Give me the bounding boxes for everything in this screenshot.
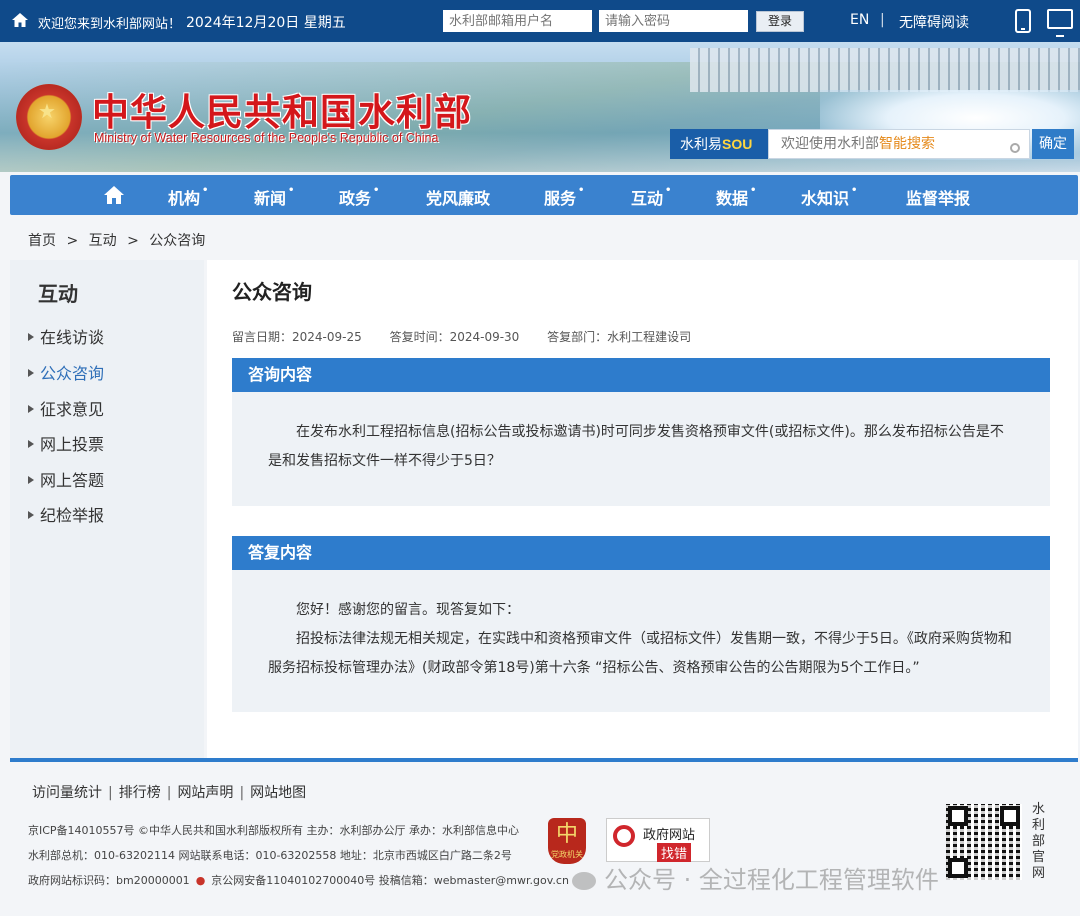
accessibility-link[interactable]: 无障碍阅读 <box>899 12 969 32</box>
footer-link-separator: | <box>108 785 113 801</box>
consult-meta: 留言日期：2024-09-25 答复时间：2024-09-30 答复部门：水利工… <box>232 328 715 345</box>
sidebar-title: 互动 <box>38 282 78 306</box>
search-brand-en: SOU <box>722 136 753 152</box>
site-title-cn[interactable]: 中华人民共和国水利部 <box>92 82 472 136</box>
triangle-right-icon <box>28 368 34 377</box>
reply-heading: 答复内容 <box>232 536 1050 570</box>
footer-identifiers: 政府网站标识码：bm20000001 ● 京公网安备11040102700040号 … <box>28 872 575 888</box>
badge-text: 党政机关 <box>551 850 583 859</box>
desktop-icon[interactable] <box>1047 9 1073 37</box>
nav-item-government-affairs[interactable]: 政务 • <box>339 185 379 209</box>
english-link[interactable]: EN <box>850 12 869 28</box>
search-icon[interactable] <box>1010 143 1020 153</box>
badge-char: 中 <box>555 822 578 847</box>
search-confirm-button[interactable]: 确定 <box>1032 129 1074 159</box>
banner-dam-image <box>690 48 1080 92</box>
login-button[interactable]: 登录 <box>756 11 804 32</box>
welcome-text: 欢迎您来到水利部网站！ <box>38 17 182 32</box>
mobile-icon[interactable] <box>1015 9 1031 33</box>
page-title: 公众咨询 <box>232 280 312 304</box>
party-government-badge[interactable]: 中 党政机关 <box>548 818 586 864</box>
footer-link-separator: | <box>239 785 245 801</box>
footer: 访问量统计 | 排行榜 | 网站声明 | 网站地图 京ICP备14010557号 ©中华人民… <box>10 762 1078 916</box>
gov-site-error-report-badge[interactable]: 政府网站 找错 <box>606 818 710 862</box>
magnifier-icon <box>613 825 635 847</box>
police-record[interactable]: 京公网安备11040102700040号 投稿信箱：webmaster@mwr.… <box>211 874 569 887</box>
nav-item-interaction[interactable]: 互动 • <box>631 185 671 209</box>
topbar-separator: | <box>880 12 885 28</box>
breadcrumb-interaction[interactable]: 互动 <box>89 233 117 249</box>
main-content: 公众咨询 留言日期：2024-09-25 答复时间：2024-09-30 答复部… <box>207 260 1078 760</box>
reply-greeting: 您好！感谢您的留言。现答复如下： <box>296 602 520 618</box>
sidebar-item-online-voting[interactable]: 网上投票 <box>28 431 104 455</box>
gov-badge-line1: 政府网站 <box>643 828 696 843</box>
search-input[interactable]: 欢迎使用水利部智能搜索 <box>768 129 1030 159</box>
sidebar-item-solicit-opinions[interactable]: 征求意见 <box>28 396 104 420</box>
consult-text: 在发布水利工程招标信息(招标公告或投标邀请书)时可同步发售资格预审文件(或招标文… <box>268 424 1004 469</box>
nav-item-institutions[interactable]: 机构 • <box>168 185 208 209</box>
triangle-right-icon <box>28 439 34 448</box>
footer-link-separator: | <box>166 785 172 801</box>
breadcrumb-separator: > <box>66 233 79 249</box>
reply-text: 招投标法律法规无相关规定，在实践中和资格预审文件（或招标文件）发售期一致，不得少… <box>268 631 1012 676</box>
police-badge-icon: ● <box>195 874 206 887</box>
sidebar-item-discipline-report[interactable]: 纪检举报 <box>28 502 104 526</box>
search-brand: 水利易SOU <box>670 129 768 159</box>
wechat-icon <box>572 872 596 890</box>
footer-copyright: 京ICP备14010557号 ©中华人民共和国水利部版权所有 主办：水利部办公厅… <box>28 824 520 837</box>
main-nav: 机构 • 新闻 • 政务 • 党风廉政 服务 • 互动 • 数据 • 水知识 • 监督举报 <box>10 175 1078 215</box>
triangle-right-icon <box>28 332 34 341</box>
footer-contact: 水利部总机：010-63202114 网站联系电话：010-63202558 地… <box>28 849 512 862</box>
wechat-watermark: 公众号 · 全过程化工程管理软件 <box>572 860 939 895</box>
email-username-input[interactable] <box>443 10 592 32</box>
site-id-code: 政府网站标识码：bm20000001 <box>28 874 190 887</box>
breadcrumb-current[interactable]: 公众咨询 <box>149 233 205 249</box>
sidebar-item-online-quiz[interactable]: 网上答题 <box>28 467 104 491</box>
sidebar-item-online-interview[interactable]: 在线访谈 <box>28 324 104 348</box>
triangle-right-icon <box>28 510 34 519</box>
breadcrumb-home[interactable]: 首页 <box>28 233 56 249</box>
footer-link-visit-stats[interactable]: 访问量统计 <box>32 785 102 801</box>
current-date: 2024年12月20日 星期五 <box>186 15 346 31</box>
reply-body: 您好！感谢您的留言。现答复如下： 招投标法律法规无相关规定，在实践中和资格预审文… <box>232 570 1050 712</box>
password-input[interactable] <box>599 10 748 32</box>
site-banner: 中华人民共和国水利部 Ministry of Water Resources o… <box>0 42 1080 172</box>
footer-link-statement[interactable]: 网站声明 <box>177 785 233 801</box>
breadcrumb-separator: > <box>127 233 139 249</box>
footer-links: 访问量统计 | 排行榜 | 网站声明 | 网站地图 <box>32 782 306 802</box>
breadcrumb: 首页 > 互动 > 公众咨询 <box>28 230 211 250</box>
consult-body: 在发布水利工程招标信息(招标公告或投标邀请书)时可同步发售资格预审文件(或招标文… <box>232 392 1050 506</box>
nav-item-services[interactable]: 服务 • <box>544 185 584 209</box>
footer-link-ranking[interactable]: 排行榜 <box>119 785 161 801</box>
home-nav-icon[interactable] <box>104 186 124 204</box>
nav-item-integrity[interactable]: 党风廉政 <box>426 185 490 209</box>
sidebar-item-public-consultation[interactable]: 公众咨询 <box>28 360 104 384</box>
footer-link-sitemap[interactable]: 网站地图 <box>250 785 306 801</box>
national-emblem-icon <box>16 84 82 150</box>
nav-item-supervision[interactable]: 监督举报 <box>906 185 970 209</box>
qr-caption: 水利部官网 <box>1032 802 1046 881</box>
sidebar: 互动 在线访谈 公众咨询 征求意见 网上投票 网上答题 纪检举报 <box>10 260 204 760</box>
search-placeholder-highlight: 智能搜索 <box>879 136 935 152</box>
nav-item-water-knowledge[interactable]: 水知识 • <box>801 185 857 209</box>
reply-date: 答复时间：2024-09-30 <box>389 330 520 344</box>
qr-code <box>946 804 1022 880</box>
wechat-watermark-text: 公众号 · 全过程化工程管理软件 <box>604 866 939 894</box>
site-title-en: Ministry of Water Resources of the Peopl… <box>94 131 439 145</box>
triangle-right-icon <box>28 404 34 413</box>
search-box: 水利易SOU 欢迎使用水利部智能搜索 确定 <box>670 129 1074 159</box>
nav-item-news[interactable]: 新闻 • <box>254 185 294 209</box>
search-placeholder-plain: 欢迎使用水利部 <box>781 136 879 152</box>
search-brand-cn: 水利易 <box>680 137 722 153</box>
reply-department: 答复部门：水利工程建设司 <box>547 330 692 344</box>
top-bar: 欢迎您来到水利部网站！ 2024年12月20日 星期五 登录 EN | 无障碍阅… <box>0 0 1080 42</box>
nav-item-data[interactable]: 数据 • <box>716 185 756 209</box>
triangle-right-icon <box>28 475 34 484</box>
message-date: 留言日期：2024-09-25 <box>232 330 362 344</box>
consult-heading: 咨询内容 <box>232 358 1050 392</box>
home-icon[interactable] <box>12 13 28 27</box>
